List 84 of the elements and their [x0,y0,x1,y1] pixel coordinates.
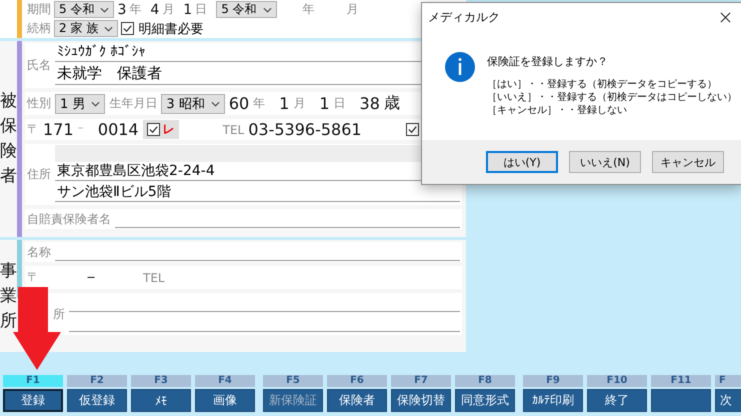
dropdown[interactable]: 1 男 [55,94,106,114]
dropdown[interactable]: 5 令和 [216,1,277,18]
chevron-icon [100,6,110,12]
unit-label: 月 [293,95,306,112]
dialog-button[interactable]: はい(Y) [486,151,558,173]
checkbox[interactable] [146,123,160,136]
chevron-icon [91,100,100,106]
checkbox[interactable] [406,123,419,136]
flag-mark: レ [162,121,175,138]
field-label: 〒 [27,269,39,286]
dialog-message: ［いいえ］・・登録する（初検データはコピーしない） [487,91,737,104]
key-label: F5 [263,375,323,387]
chevron-icon [262,6,272,12]
section-heading: 被保険者 [0,90,17,188]
key-label: F1 [3,375,63,387]
field-label: 続柄 [27,20,51,37]
field-label: TEL [222,122,244,136]
field-value: 03-5396-5861 [248,120,362,139]
field-label: TEL [143,270,165,284]
unit-label: 月 [162,1,174,18]
key-label: F9 [523,375,583,387]
key-label: F6 [327,375,387,387]
dialog-message: 保険証を登録しますか？ [487,54,609,69]
unit-label: 年 [253,95,266,112]
key-label: F8 [455,375,515,387]
section-heading: 事業所 [0,260,17,332]
dialog-message: ［キャンセル］・・登録しない [487,104,628,117]
dropdown[interactable]: 2 家 族 [54,20,118,37]
function-button[interactable]: 画像 [195,389,255,412]
function-button[interactable]: ﾒﾓ [131,389,191,412]
field-label: 所 [53,306,65,322]
function-button[interactable]: 登録 [3,389,63,412]
key-label: F [715,375,741,387]
close-icon[interactable] [720,12,731,22]
function-button[interactable]: 同意形式 [455,389,515,412]
dialog-button[interactable]: いいえ(N) [569,151,641,173]
dropdown[interactable]: 5 令和 [54,1,114,18]
unit-label: 日 [195,1,208,18]
key-label: F2 [67,375,127,387]
function-button[interactable]: ｶﾙﾃ印刷 [523,389,583,412]
unit-label: ⁻ [78,122,84,136]
field-value: 60 [228,94,250,113]
key-label: F4 [195,375,255,387]
key-label: F11 [651,375,711,387]
field-value: 1 [319,94,330,113]
field-value: 4 [150,2,160,18]
checkbox-label: 明細書必要 [138,20,204,38]
field-label: 〒 [27,121,39,138]
field-value: 38 [360,94,380,113]
field-label: 住所 [27,166,51,183]
field-label: 期間 [27,1,51,18]
field-label: 自賠責保険者名 [27,210,111,228]
info-icon [445,52,475,82]
dialog-message: ［はい］・・登録する（初検データをコピーする） [487,78,718,91]
field-label: 生年月日 [109,95,158,112]
function-button[interactable]: 保険切替 [391,389,451,412]
checkbox[interactable] [121,22,134,35]
dialog-button[interactable]: キャンセル [652,151,724,173]
function-button[interactable]: 仮登録 [67,389,127,412]
function-button[interactable]: 終了 [587,389,647,412]
unit-label: 月 [346,1,359,18]
key-label: F10 [587,375,647,387]
field-label: 性別 [27,95,51,112]
field-value: 歳 [384,93,400,114]
field-value: 1 [279,94,290,113]
field-value: 171 [43,120,74,139]
unit-label: 年 [129,1,142,18]
key-label: F7 [391,375,451,387]
unit-label: 年 [302,1,315,18]
field-value: 1 [183,2,192,18]
chevron-icon [210,100,220,106]
section-bar [17,0,22,38]
window-title: メディカルク [428,8,500,26]
field-label: 氏名 [27,57,51,74]
field-label: 名称 [27,244,51,260]
field-value: － [83,267,99,288]
dropdown[interactable]: 3 昭和 [161,94,225,114]
field-value: 0014 [98,120,139,139]
function-button[interactable]: 保険者 [327,389,387,412]
field-value: 3 [117,2,126,18]
function-button[interactable]: 次 [715,389,741,412]
key-label: F3 [131,375,191,387]
chevron-icon [104,26,114,32]
unit-label: 日 [334,95,346,112]
